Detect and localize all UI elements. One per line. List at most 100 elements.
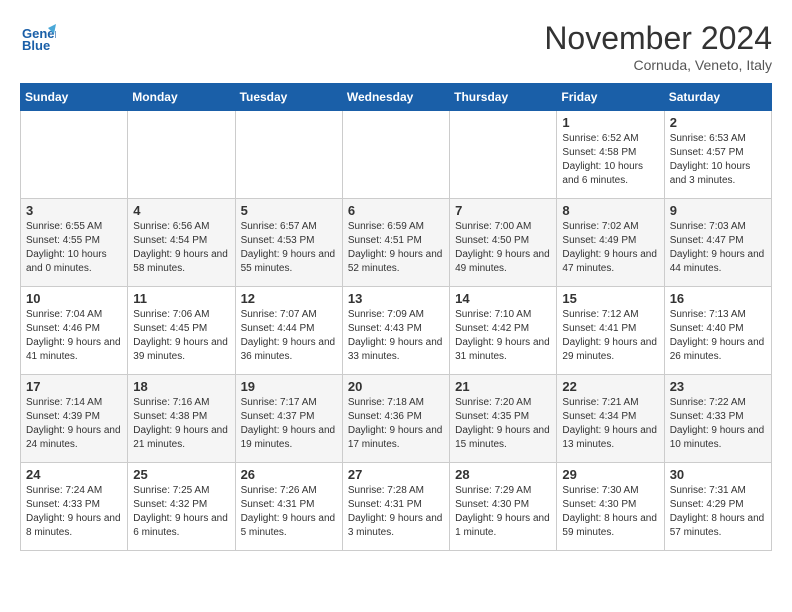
calendar-cell: 29Sunrise: 7:30 AMSunset: 4:30 PMDayligh…: [557, 463, 664, 551]
day-number: 23: [670, 379, 766, 394]
day-info: Sunrise: 7:20 AMSunset: 4:35 PMDaylight:…: [455, 396, 551, 452]
calendar-cell: 11 Sunrise: 7:06 AMSunset: 4:45 PMDayligh…: [128, 287, 235, 375]
calendar-cell: 22 Sunrise: 7:21 AMSunset: 4:34 PMDayligh…: [557, 375, 664, 463]
day-number: 30: [670, 467, 766, 482]
day-number: 11: [133, 291, 229, 306]
day-number: 27: [348, 467, 444, 482]
calendar-cell: 1 Sunrise: 6:52 AMSunset: 4:58 PMDaylight…: [557, 111, 664, 199]
day-info: Sunrise: 6:55 AMSunset: 4:55 PMDaylight:…: [26, 220, 122, 276]
day-number: 28: [455, 467, 551, 482]
title-block: November 2024 Cornuda, Veneto, Italy: [544, 20, 772, 73]
calendar-cell: 8 Sunrise: 7:02 AMSunset: 4:49 PMDaylight…: [557, 199, 664, 287]
day-number: 12: [241, 291, 337, 306]
day-number: 18: [133, 379, 229, 394]
calendar-cell: 10 Sunrise: 7:04 AMSunset: 4:46 PMDayligh…: [21, 287, 128, 375]
calendar-cell: [450, 111, 557, 199]
day-number: 4: [133, 203, 229, 218]
calendar-cell: 4 Sunrise: 6:56 AMSunset: 4:54 PMDaylight…: [128, 199, 235, 287]
day-number: 25: [133, 467, 229, 482]
day-number: 22: [562, 379, 658, 394]
day-info: Sunrise: 7:21 AMSunset: 4:34 PMDaylight:…: [562, 396, 658, 452]
day-info: Sunrise: 7:17 AMSunset: 4:37 PMDaylight:…: [241, 396, 337, 452]
day-number: 1: [562, 115, 658, 130]
day-number: 3: [26, 203, 122, 218]
day-number: 19: [241, 379, 337, 394]
page-header: General Blue November 2024 Cornuda, Vene…: [20, 20, 772, 73]
day-info: Sunrise: 7:10 AMSunset: 4:42 PMDaylight:…: [455, 308, 551, 364]
weekday-header-tuesday: Tuesday: [235, 84, 342, 111]
calendar-cell: 25 Sunrise: 7:25 AMSunset: 4:32 PMDayligh…: [128, 463, 235, 551]
day-number: 29: [562, 467, 658, 482]
calendar-cell: 3 Sunrise: 6:55 AMSunset: 4:55 PMDaylight…: [21, 199, 128, 287]
day-number: 8: [562, 203, 658, 218]
calendar-cell: 15 Sunrise: 7:12 AMSunset: 4:41 PMDayligh…: [557, 287, 664, 375]
day-info: Sunrise: 7:02 AMSunset: 4:49 PMDaylight:…: [562, 220, 658, 276]
calendar-header: SundayMondayTuesdayWednesdayThursdayFrid…: [21, 84, 772, 111]
weekday-header-saturday: Saturday: [664, 84, 771, 111]
day-info: Sunrise: 6:59 AMSunset: 4:51 PMDaylight:…: [348, 220, 444, 276]
day-info: Sunrise: 7:04 AMSunset: 4:46 PMDaylight:…: [26, 308, 122, 364]
calendar-cell: [128, 111, 235, 199]
calendar-cell: 14Sunrise: 7:10 AMSunset: 4:42 PMDayligh…: [450, 287, 557, 375]
calendar-cell: 26 Sunrise: 7:26 AMSunset: 4:31 PMDayligh…: [235, 463, 342, 551]
day-info: Sunrise: 7:29 AMSunset: 4:30 PMDaylight:…: [455, 484, 551, 540]
svg-text:Blue: Blue: [22, 38, 50, 53]
day-info: Sunrise: 6:52 AMSunset: 4:58 PMDaylight:…: [562, 132, 658, 188]
day-info: Sunrise: 7:06 AMSunset: 4:45 PMDaylight:…: [133, 308, 229, 364]
day-info: Sunrise: 7:12 AMSunset: 4:41 PMDaylight:…: [562, 308, 658, 364]
location: Cornuda, Veneto, Italy: [544, 57, 772, 73]
calendar-week-5: 24 Sunrise: 7:24 AMSunset: 4:33 PMDayligh…: [21, 463, 772, 551]
day-number: 6: [348, 203, 444, 218]
day-number: 26: [241, 467, 337, 482]
day-info: Sunrise: 7:00 AMSunset: 4:50 PMDaylight:…: [455, 220, 551, 276]
calendar-cell: 17Sunrise: 7:14 AMSunset: 4:39 PMDayligh…: [21, 375, 128, 463]
day-info: Sunrise: 7:28 AMSunset: 4:31 PMDaylight:…: [348, 484, 444, 540]
day-number: 15: [562, 291, 658, 306]
calendar-cell: 6 Sunrise: 6:59 AMSunset: 4:51 PMDaylight…: [342, 199, 449, 287]
day-info: Sunrise: 6:57 AMSunset: 4:53 PMDaylight:…: [241, 220, 337, 276]
calendar-cell: 19 Sunrise: 7:17 AMSunset: 4:37 PMDayligh…: [235, 375, 342, 463]
day-number: 7: [455, 203, 551, 218]
calendar-cell: 7 Sunrise: 7:00 AMSunset: 4:50 PMDaylight…: [450, 199, 557, 287]
calendar-cell: 24 Sunrise: 7:24 AMSunset: 4:33 PMDayligh…: [21, 463, 128, 551]
weekday-header-wednesday: Wednesday: [342, 84, 449, 111]
day-info: Sunrise: 7:16 AMSunset: 4:38 PMDaylight:…: [133, 396, 229, 452]
calendar-cell: 2Sunrise: 6:53 AMSunset: 4:57 PMDaylight…: [664, 111, 771, 199]
calendar-week-1: 1 Sunrise: 6:52 AMSunset: 4:58 PMDaylight…: [21, 111, 772, 199]
day-number: 9: [670, 203, 766, 218]
calendar-cell: 27 Sunrise: 7:28 AMSunset: 4:31 PMDayligh…: [342, 463, 449, 551]
logo: General Blue: [20, 20, 56, 56]
day-info: Sunrise: 7:24 AMSunset: 4:33 PMDaylight:…: [26, 484, 122, 540]
calendar-cell: 18 Sunrise: 7:16 AMSunset: 4:38 PMDayligh…: [128, 375, 235, 463]
day-info: Sunrise: 7:13 AMSunset: 4:40 PMDaylight:…: [670, 308, 766, 364]
day-info: Sunrise: 7:26 AMSunset: 4:31 PMDaylight:…: [241, 484, 337, 540]
calendar-cell: 21 Sunrise: 7:20 AMSunset: 4:35 PMDayligh…: [450, 375, 557, 463]
weekday-header-friday: Friday: [557, 84, 664, 111]
logo-icon: General Blue: [20, 20, 56, 56]
day-info: Sunrise: 6:56 AMSunset: 4:54 PMDaylight:…: [133, 220, 229, 276]
calendar-cell: 16Sunrise: 7:13 AMSunset: 4:40 PMDayligh…: [664, 287, 771, 375]
weekday-header-thursday: Thursday: [450, 84, 557, 111]
calendar-cell: 20 Sunrise: 7:18 AMSunset: 4:36 PMDayligh…: [342, 375, 449, 463]
calendar-cell: 28 Sunrise: 7:29 AMSunset: 4:30 PMDayligh…: [450, 463, 557, 551]
day-number: 5: [241, 203, 337, 218]
day-number: 24: [26, 467, 122, 482]
day-number: 21: [455, 379, 551, 394]
calendar-cell: [235, 111, 342, 199]
day-number: 20: [348, 379, 444, 394]
day-info: Sunrise: 7:03 AMSunset: 4:47 PMDaylight:…: [670, 220, 766, 276]
calendar-week-2: 3 Sunrise: 6:55 AMSunset: 4:55 PMDaylight…: [21, 199, 772, 287]
day-info: Sunrise: 7:22 AMSunset: 4:33 PMDaylight:…: [670, 396, 766, 452]
calendar-cell: 23 Sunrise: 7:22 AMSunset: 4:33 PMDayligh…: [664, 375, 771, 463]
calendar-cell: 13Sunrise: 7:09 AMSunset: 4:43 PMDayligh…: [342, 287, 449, 375]
month-title: November 2024: [544, 20, 772, 57]
day-number: 13: [348, 291, 444, 306]
day-number: 2: [670, 115, 766, 130]
calendar-cell: [21, 111, 128, 199]
day-info: Sunrise: 7:31 AMSunset: 4:29 PMDaylight:…: [670, 484, 766, 540]
calendar-cell: 30 Sunrise: 7:31 AMSunset: 4:29 PMDayligh…: [664, 463, 771, 551]
day-number: 10: [26, 291, 122, 306]
day-info: Sunrise: 7:18 AMSunset: 4:36 PMDaylight:…: [348, 396, 444, 452]
day-info: Sunrise: 7:25 AMSunset: 4:32 PMDaylight:…: [133, 484, 229, 540]
calendar-cell: [342, 111, 449, 199]
